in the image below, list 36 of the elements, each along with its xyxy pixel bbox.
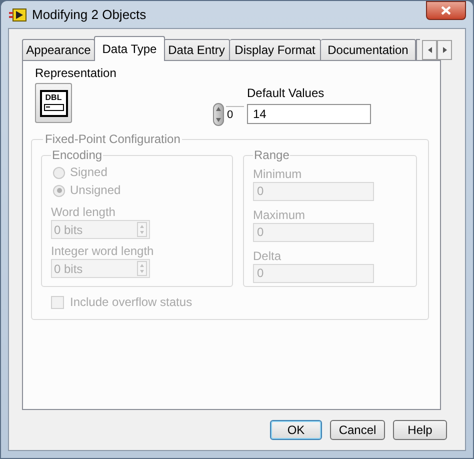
dialog-button[interactable]: Help: [393, 420, 447, 440]
dialog-button[interactable]: Cancel: [330, 420, 385, 440]
close-icon: [441, 6, 451, 15]
group-title: Encoding: [51, 147, 104, 164]
data-type-icon: DBL: [40, 90, 68, 116]
dialog-button[interactable]: OK: [270, 420, 322, 440]
spin-arrows-icon[interactable]: [137, 261, 147, 276]
index-spinner[interactable]: [213, 103, 224, 126]
word-length-label: Word length: [51, 205, 116, 219]
default-value-field[interactable]: 14: [247, 104, 371, 124]
right-arrow-icon: [442, 47, 446, 53]
close-button[interactable]: [426, 1, 466, 20]
radio-label: Signed: [70, 165, 108, 180]
array-index-field[interactable]: 0: [226, 106, 244, 124]
scroll-left-button[interactable]: [422, 40, 437, 60]
window-title: Modifying 2 Objects: [32, 6, 146, 24]
tab[interactable]: Data Type: [94, 36, 165, 61]
left-arrow-icon: [428, 47, 432, 53]
scroll-right-button[interactable]: [437, 40, 452, 60]
tab[interactable]: Appearance: [22, 39, 95, 61]
spin-arrows-icon[interactable]: [137, 222, 147, 237]
checkbox-label: Include overflow status: [70, 294, 192, 311]
group-title: Fixed-Point Configuration: [44, 131, 182, 148]
tab[interactable]: Documentation: [321, 39, 416, 61]
representation-button[interactable]: DBL: [35, 83, 72, 123]
range-label: Minimum: [253, 167, 303, 181]
tab[interactable]: Data Entry: [164, 39, 230, 61]
range-label: Maximum: [253, 208, 306, 222]
representation-label: Representation: [35, 66, 118, 80]
radio-label: Unsigned: [70, 183, 121, 198]
default-values-label: Default Values: [247, 85, 326, 102]
range-label: Delta: [253, 249, 282, 263]
integer-word-length-label: Integer word length: [51, 244, 155, 258]
tab[interactable]: Display Format: [230, 39, 321, 61]
group-title: Range: [253, 147, 290, 164]
app-icon: [9, 8, 27, 22]
